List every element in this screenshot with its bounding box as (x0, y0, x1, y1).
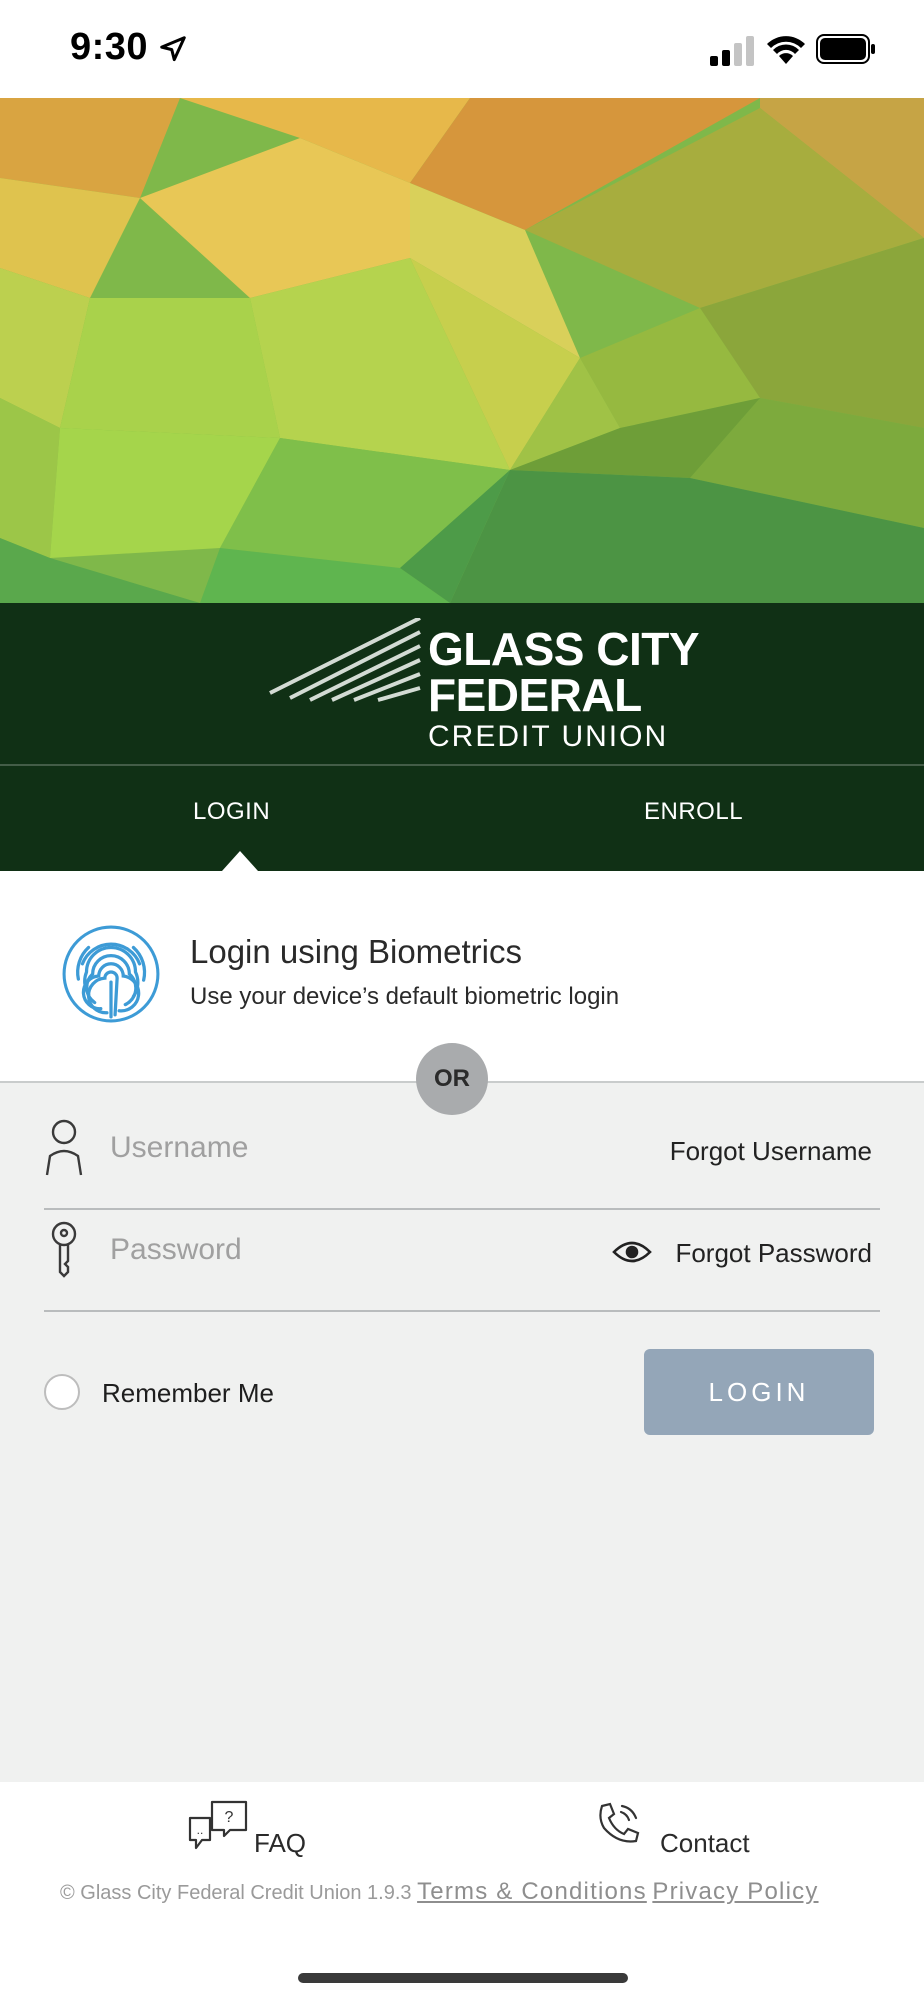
brand-line-3: CREDIT UNION (428, 720, 669, 753)
legal-footer: © Glass City Federal Credit Union 1.9.3 … (60, 1878, 819, 1906)
brand-logo: GLASS CITY FEDERAL CREDIT UNION (428, 623, 700, 753)
user-icon (45, 1119, 83, 1176)
battery-icon (816, 34, 875, 64)
phone-icon[interactable] (594, 1800, 642, 1848)
key-icon (51, 1221, 77, 1278)
biometric-subtitle: Use your device’s default biometric logi… (190, 983, 620, 1010)
status-bar: 9:30 (0, 0, 924, 98)
remember-me[interactable]: Remember Me (44, 1374, 344, 1414)
terms-link[interactable]: Terms & Conditions (417, 1878, 647, 1905)
faq-chat-icon[interactable]: ? .. (188, 1800, 248, 1858)
password-input[interactable] (110, 1230, 530, 1270)
status-time: 9:30 (70, 26, 149, 68)
remember-me-label[interactable]: Remember Me (102, 1378, 274, 1409)
brand-divider (0, 764, 924, 766)
or-divider-badge: OR (416, 1043, 488, 1115)
svg-text:?: ? (225, 1809, 234, 1826)
footer: ? .. FAQ Contact © Glass City Federal Cr… (0, 1782, 924, 2000)
privacy-link[interactable]: Privacy Policy (652, 1878, 818, 1905)
biometric-title[interactable]: Login using Biometrics (190, 933, 522, 971)
hero-banner: GLASS CITY FEDERAL CREDIT UNION LOGIN EN… (0, 98, 924, 871)
username-input[interactable] (110, 1128, 530, 1168)
password-row: Forgot Password (44, 1210, 880, 1312)
remember-me-radio[interactable] (44, 1374, 80, 1410)
tab-login[interactable]: LOGIN (193, 798, 270, 826)
forgot-username-link[interactable]: Forgot Username (670, 1136, 872, 1167)
forgot-password-link[interactable]: Forgot Password (675, 1238, 872, 1269)
login-button[interactable]: LOGIN (644, 1349, 874, 1435)
copyright-text: © Glass City Federal Credit Union 1.9.3 (60, 1882, 412, 1904)
svg-text:..: .. (197, 1823, 204, 1837)
tab-enroll[interactable]: ENROLL (644, 798, 743, 826)
brand-line-2: FEDERAL (428, 669, 642, 721)
active-tab-indicator (222, 851, 258, 871)
home-indicator[interactable] (298, 1973, 628, 1983)
contact-label[interactable]: Contact (660, 1828, 750, 1859)
eye-icon[interactable] (612, 1238, 652, 1266)
cellular-signal-icon (710, 36, 754, 66)
fingerprint-icon[interactable] (60, 923, 162, 1025)
faq-label[interactable]: FAQ (254, 1828, 306, 1859)
location-arrow-icon (160, 36, 186, 62)
wifi-icon (767, 36, 805, 64)
brand-line-1: GLASS CITY (428, 623, 700, 675)
username-row: Forgot Username (44, 1108, 880, 1210)
